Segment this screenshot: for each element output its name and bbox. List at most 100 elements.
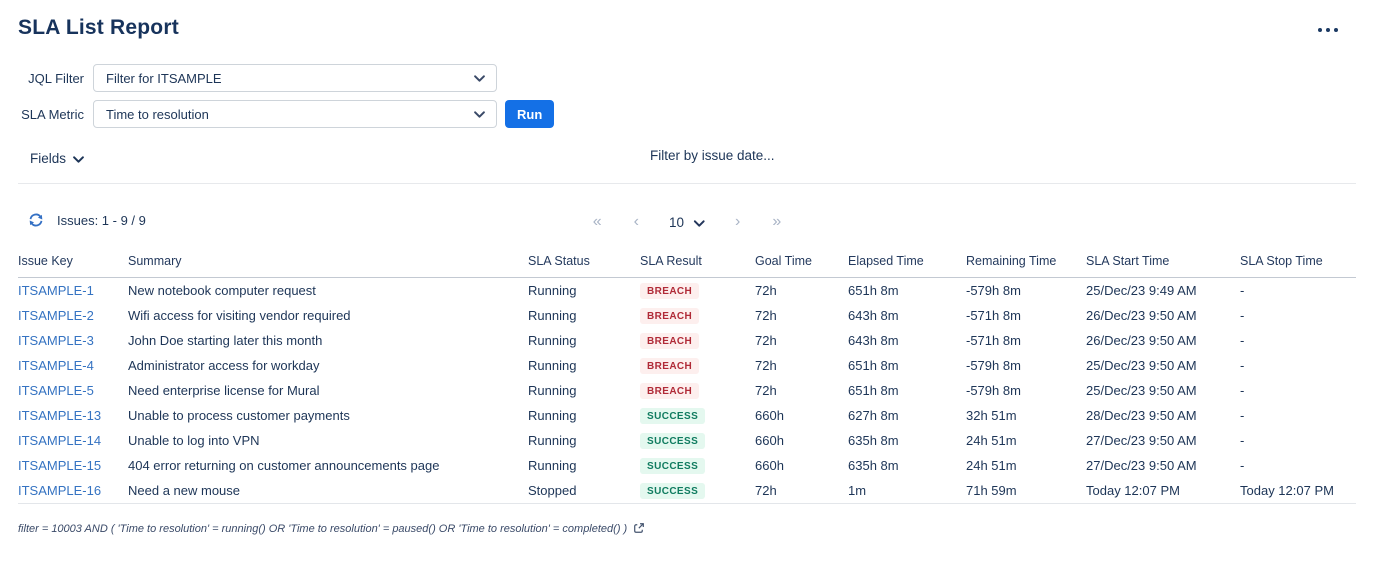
issue-key-link[interactable]: ITSAMPLE-15 xyxy=(18,458,101,473)
page-size-value: 10 xyxy=(669,215,684,230)
issue-key-link[interactable]: ITSAMPLE-5 xyxy=(18,383,94,398)
filter-query-text: filter = 10003 AND ( 'Time to resolution… xyxy=(18,523,627,535)
issue-key-link[interactable]: ITSAMPLE-2 xyxy=(18,308,94,323)
sla-start-time-cell: 27/Dec/23 9:50 AM xyxy=(1086,428,1240,453)
refresh-icon xyxy=(27,211,45,229)
more-menu-button[interactable] xyxy=(1314,24,1342,36)
sla-result-cell: SUCCESS xyxy=(640,403,755,428)
sla-stop-time-cell: Today 12:07 PM xyxy=(1240,478,1356,504)
elapsed-time-cell: 643h 8m xyxy=(848,328,966,353)
column-header: SLA Status xyxy=(528,248,640,278)
issue-key-cell: ITSAMPLE-14 xyxy=(18,428,128,453)
issue-key-link[interactable]: ITSAMPLE-1 xyxy=(18,283,94,298)
goal-time-cell: 72h xyxy=(755,478,848,504)
issue-key-cell: ITSAMPLE-15 xyxy=(18,453,128,478)
summary-cell: Unable to log into VPN xyxy=(128,428,528,453)
sla-stop-time-cell: - xyxy=(1240,453,1356,478)
sla-start-time-cell: 28/Dec/23 9:50 AM xyxy=(1086,403,1240,428)
elapsed-time-cell: 635h 8m xyxy=(848,453,966,478)
sla-status-cell: Running xyxy=(528,328,640,353)
goal-time-cell: 72h xyxy=(755,278,848,304)
sla-start-time-cell: Today 12:07 PM xyxy=(1086,478,1240,504)
remaining-time-cell: -579h 8m xyxy=(966,353,1086,378)
column-header: Elapsed Time xyxy=(848,248,966,278)
elapsed-time-cell: 651h 8m xyxy=(848,378,966,403)
elapsed-time-cell: 635h 8m xyxy=(848,428,966,453)
ellipsis-icon xyxy=(1318,28,1338,32)
remaining-time-cell: 71h 59m xyxy=(966,478,1086,504)
sla-result-cell: BREACH xyxy=(640,378,755,403)
remaining-time-cell: 24h 51m xyxy=(966,453,1086,478)
jql-filter-select[interactable]: Filter for ITSAMPLE xyxy=(93,64,497,92)
page-title: SLA List Report xyxy=(18,16,179,40)
issue-key-link[interactable]: ITSAMPLE-14 xyxy=(18,433,101,448)
run-button[interactable]: Run xyxy=(505,100,554,128)
sla-metric-select[interactable]: Time to resolution xyxy=(93,100,497,128)
sla-result-badge: SUCCESS xyxy=(640,483,705,499)
sla-result-cell: BREACH xyxy=(640,353,755,378)
table-header-row: Issue KeySummarySLA StatusSLA ResultGoal… xyxy=(18,248,1356,278)
elapsed-time-cell: 643h 8m xyxy=(848,303,966,328)
summary-cell: Wifi access for visiting vendor required xyxy=(128,303,528,328)
sla-stop-time-cell: - xyxy=(1240,328,1356,353)
sla-result-badge: BREACH xyxy=(640,283,699,299)
summary-cell: Unable to process customer payments xyxy=(128,403,528,428)
elapsed-time-cell: 627h 8m xyxy=(848,403,966,428)
remaining-time-cell: 24h 51m xyxy=(966,428,1086,453)
sla-result-badge: SUCCESS xyxy=(640,408,705,424)
sla-result-cell: BREACH xyxy=(640,303,755,328)
table-row: ITSAMPLE-13 Unable to process customer pa… xyxy=(18,403,1356,428)
sla-result-badge: BREACH xyxy=(640,383,699,399)
elapsed-time-cell: 651h 8m xyxy=(848,353,966,378)
sla-stop-time-cell: - xyxy=(1240,378,1356,403)
goal-time-cell: 72h xyxy=(755,328,848,353)
goal-time-cell: 72h xyxy=(755,353,848,378)
issue-key-link[interactable]: ITSAMPLE-16 xyxy=(18,483,101,498)
next-page-button[interactable]: › xyxy=(719,210,756,234)
issue-key-link[interactable]: ITSAMPLE-4 xyxy=(18,358,94,373)
fields-dropdown-toggle[interactable]: Fields xyxy=(30,151,84,166)
remaining-time-cell: -579h 8m xyxy=(966,378,1086,403)
sla-status-cell: Running xyxy=(528,278,640,304)
sla-result-cell: BREACH xyxy=(640,278,755,304)
column-header: Goal Time xyxy=(755,248,848,278)
column-header: SLA Result xyxy=(640,248,755,278)
column-header: Remaining Time xyxy=(966,248,1086,278)
issue-date-filter-input[interactable] xyxy=(650,148,970,163)
sla-result-cell: SUCCESS xyxy=(640,428,755,453)
table-row: ITSAMPLE-16Need a new mouseStoppedSUCCES… xyxy=(18,478,1356,504)
page-size-select[interactable]: 10 xyxy=(655,215,719,230)
remaining-time-cell: -579h 8m xyxy=(966,278,1086,304)
last-page-button[interactable]: » xyxy=(756,210,797,234)
sla-start-time-cell: 25/Dec/23 9:49 AM xyxy=(1086,278,1240,304)
footer: filter = 10003 AND ( 'Time to resolution… xyxy=(18,523,1356,535)
column-header: Issue Key xyxy=(18,248,128,278)
table-row: ITSAMPLE-3 John Doe starting later this m… xyxy=(18,328,1356,353)
column-header: SLA Stop Time xyxy=(1240,248,1356,278)
divider xyxy=(18,183,1356,184)
remaining-time-cell: 32h 51m xyxy=(966,403,1086,428)
sla-result-cell: SUCCESS xyxy=(640,453,755,478)
goal-time-cell: 72h xyxy=(755,378,848,403)
open-filter-link[interactable] xyxy=(633,522,645,534)
summary-cell: Administrator access for workday xyxy=(128,353,528,378)
issue-key-cell: ITSAMPLE-3 xyxy=(18,328,128,353)
sla-metric-value: Time to resolution xyxy=(106,107,209,122)
table-body: ITSAMPLE-1New notebook computer requestR… xyxy=(18,278,1356,504)
refresh-button[interactable] xyxy=(27,211,45,232)
issue-key-link[interactable]: ITSAMPLE-13 xyxy=(18,408,101,423)
sla-list-report-page: SLA List Report JQL Filter Filter for IT… xyxy=(0,0,1374,574)
summary-cell: John Doe starting later this month xyxy=(128,328,528,353)
prev-page-button[interactable]: ‹ xyxy=(618,210,655,234)
sla-result-badge: BREACH xyxy=(640,333,699,349)
goal-time-cell: 660h xyxy=(755,428,848,453)
issue-key-link[interactable]: ITSAMPLE-3 xyxy=(18,333,94,348)
sla-status-cell: Running xyxy=(528,453,640,478)
sla-status-cell: Running xyxy=(528,428,640,453)
fields-row: Fields xyxy=(18,150,1356,170)
table-row: ITSAMPLE-5Need enterprise license for Mu… xyxy=(18,378,1356,403)
summary-cell: Need a new mouse xyxy=(128,478,528,504)
first-page-button[interactable]: « xyxy=(577,210,618,234)
sla-result-badge: BREACH xyxy=(640,358,699,374)
sla-result-badge: SUCCESS xyxy=(640,433,705,449)
